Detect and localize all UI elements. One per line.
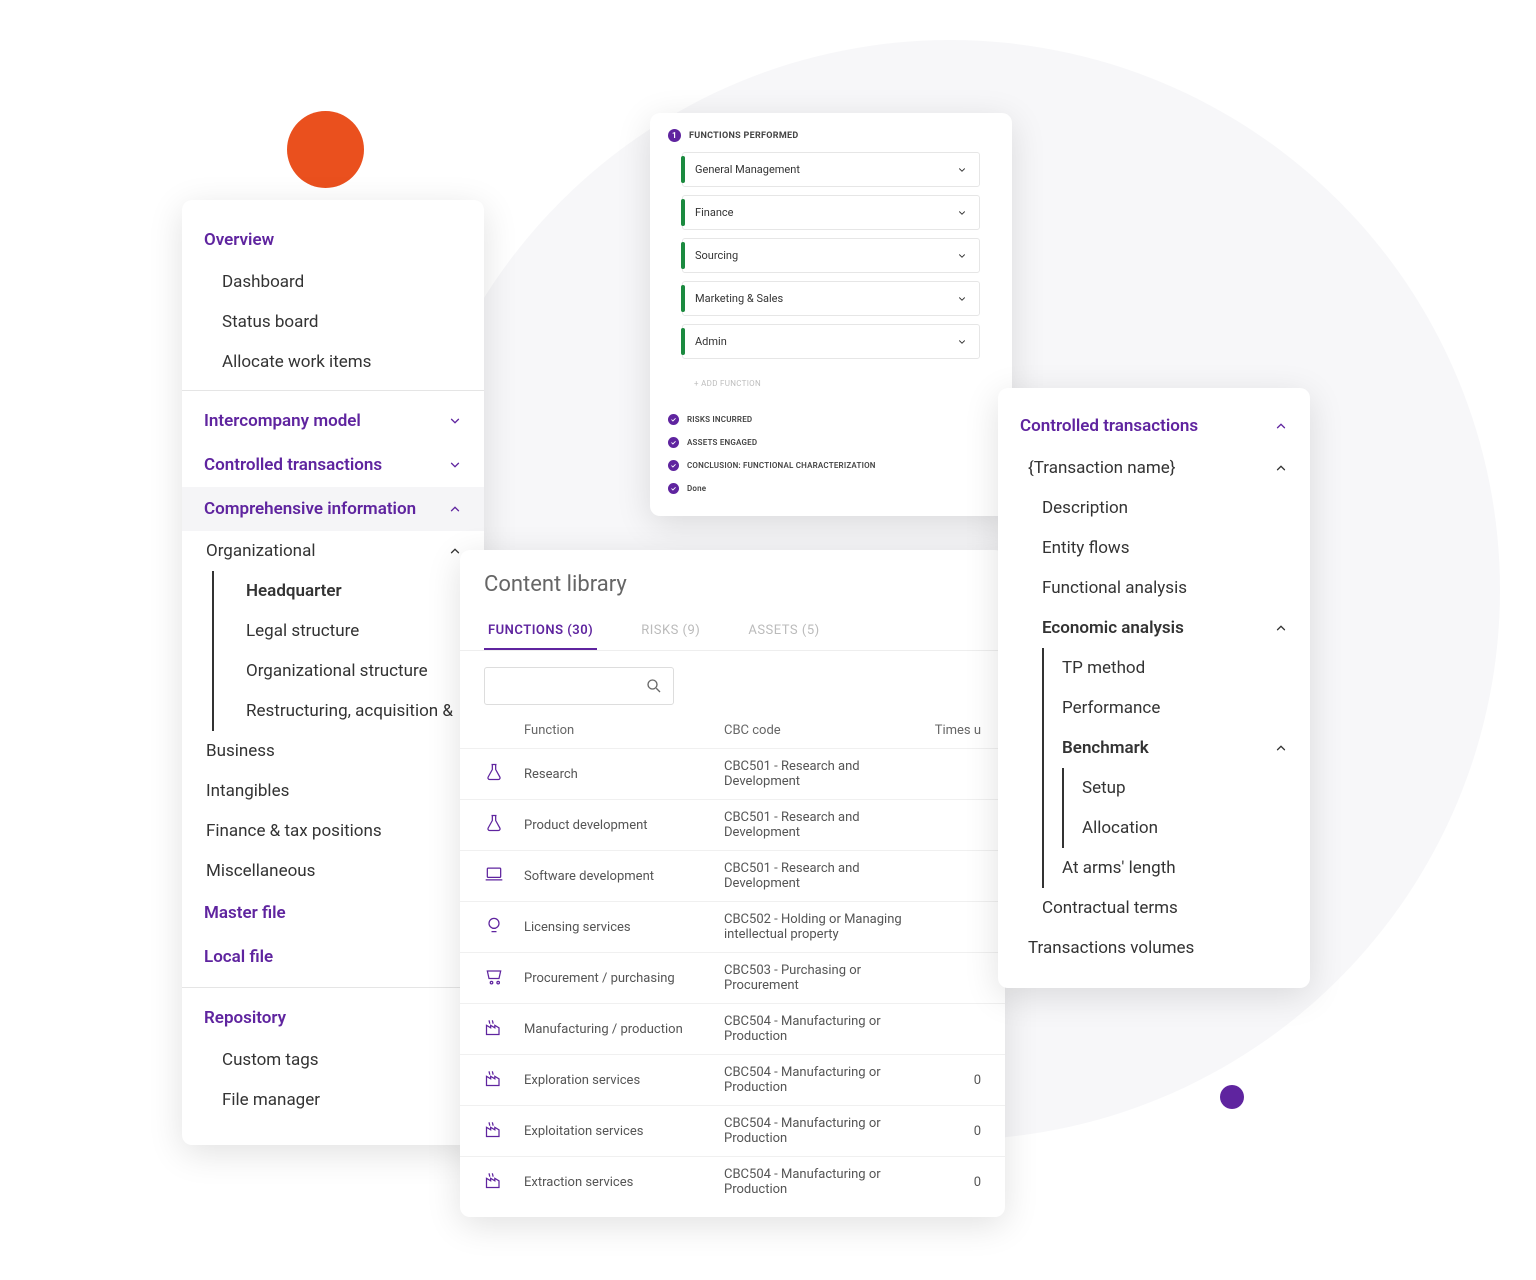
factory-icon — [484, 1017, 524, 1041]
check-badge-icon — [668, 483, 679, 494]
chevron-down-icon — [448, 414, 462, 428]
nav-status-board[interactable]: Status board — [182, 302, 484, 342]
controlled-transactions-panel: Controlled transactions {Transaction nam… — [998, 388, 1310, 988]
add-function-button[interactable]: + ADD FUNCTION — [682, 369, 980, 398]
nav-dashboard[interactable]: Dashboard — [182, 262, 484, 302]
transaction-name[interactable]: {Transaction name} — [998, 448, 1310, 488]
search-input[interactable] — [484, 667, 674, 705]
decorative-purple-dot — [1220, 1085, 1244, 1109]
column-cbc-code: CBC code — [724, 723, 921, 738]
section-conclusion[interactable]: CONCLUSION: FUNCTIONAL CHARACTERIZATION — [668, 454, 994, 477]
nav-arms-length[interactable]: At arms' length — [1044, 848, 1310, 888]
section-overview: Overview — [182, 218, 484, 262]
section-controlled-transactions[interactable]: Controlled transactions — [182, 443, 484, 487]
chevron-down-icon — [957, 165, 967, 175]
nav-intangibles[interactable]: Intangibles — [182, 771, 484, 811]
chevron-up-icon — [448, 502, 462, 516]
nav-transactions-volumes[interactable]: Transactions volumes — [998, 928, 1310, 968]
check-badge-icon — [668, 460, 679, 471]
check-badge-icon — [668, 414, 679, 425]
table-row[interactable]: Exploitation servicesCBC504 - Manufactur… — [460, 1105, 1005, 1156]
table-row[interactable]: ResearchCBC501 - Research and Developmen… — [460, 748, 1005, 799]
nav-custom-tags[interactable]: Custom tags — [182, 1040, 484, 1080]
nav-economic-analysis[interactable]: Economic analysis — [998, 608, 1310, 648]
nav-entity-flows[interactable]: Entity flows — [998, 528, 1310, 568]
bulb-icon — [484, 915, 524, 939]
flask-icon — [484, 813, 524, 837]
nav-contractual-terms[interactable]: Contractual terms — [998, 888, 1310, 928]
cart-icon — [484, 966, 524, 990]
section-comprehensive-information[interactable]: Comprehensive information — [182, 487, 484, 531]
section-master-file[interactable]: Master file — [182, 891, 484, 935]
nav-headquarter[interactable]: Headquarter — [228, 571, 484, 611]
laptop-icon — [484, 864, 524, 888]
nav-legal-structure[interactable]: Legal structure — [228, 611, 484, 651]
table-header: Function CBC code Times u — [460, 713, 1005, 748]
table-row[interactable]: Manufacturing / productionCBC504 - Manuf… — [460, 1003, 1005, 1054]
nav-file-manager[interactable]: File manager — [182, 1080, 484, 1120]
nav-miscellaneous[interactable]: Miscellaneous — [182, 851, 484, 891]
nav-performance[interactable]: Performance — [1044, 688, 1310, 728]
functions-performed-header: 1 FUNCTIONS PERFORMED — [668, 129, 994, 142]
nav-restructuring[interactable]: Restructuring, acquisition & — [228, 691, 484, 731]
factory-icon — [484, 1068, 524, 1092]
table-row[interactable]: Exploration servicesCBC504 - Manufacturi… — [460, 1054, 1005, 1105]
tab-assets[interactable]: ASSETS (5) — [744, 613, 823, 650]
library-tabs: FUNCTIONS (30) RISKS (9) ASSETS (5) — [460, 607, 1005, 651]
nav-finance-tax[interactable]: Finance & tax positions — [182, 811, 484, 851]
search-icon — [645, 677, 663, 695]
column-times: Times u — [921, 723, 981, 738]
table-row[interactable]: Extraction servicesCBC504 - Manufacturin… — [460, 1156, 1005, 1207]
function-item[interactable]: Admin — [682, 324, 980, 359]
flask-icon — [484, 762, 524, 786]
nav-description[interactable]: Description — [998, 488, 1310, 528]
chevron-up-icon — [1274, 461, 1288, 475]
chevron-down-icon — [957, 208, 967, 218]
section-done[interactable]: Done — [668, 477, 994, 500]
check-badge-icon — [668, 437, 679, 448]
section-assets-engaged[interactable]: ASSETS ENGAGED — [668, 431, 994, 454]
chevron-up-icon — [1274, 419, 1288, 433]
nav-business[interactable]: Business — [182, 731, 484, 771]
table-row[interactable]: Product developmentCBC501 - Research and… — [460, 799, 1005, 850]
section-local-file[interactable]: Local file — [182, 935, 484, 979]
function-item[interactable]: Finance — [682, 195, 980, 230]
main-navigation-panel: Overview Dashboard Status board Allocate… — [182, 200, 484, 1145]
nav-benchmark[interactable]: Benchmark — [1044, 728, 1310, 768]
section-risks-incurred[interactable]: RISKS INCURRED — [668, 408, 994, 431]
function-item[interactable]: Sourcing — [682, 238, 980, 273]
factory-icon — [484, 1170, 524, 1194]
column-function: Function — [524, 723, 724, 738]
nav-tp-method[interactable]: TP method — [1044, 648, 1310, 688]
table-row[interactable]: Procurement / purchasingCBC503 - Purchas… — [460, 952, 1005, 1003]
step-badge-icon: 1 — [668, 129, 681, 142]
chevron-up-icon — [1274, 621, 1288, 635]
tab-risks[interactable]: RISKS (9) — [637, 613, 704, 650]
chevron-down-icon — [448, 458, 462, 472]
chevron-down-icon — [957, 337, 967, 347]
tab-functions[interactable]: FUNCTIONS (30) — [484, 613, 597, 650]
nav-organizational[interactable]: Organizational — [182, 531, 484, 571]
section-intercompany-model[interactable]: Intercompany model — [182, 399, 484, 443]
function-item[interactable]: Marketing & Sales — [682, 281, 980, 316]
nav-organizational-structure[interactable]: Organizational structure — [228, 651, 484, 691]
function-item[interactable]: General Management — [682, 152, 980, 187]
content-library-title: Content library — [460, 572, 1005, 607]
factory-icon — [484, 1119, 524, 1143]
nav-functional-analysis[interactable]: Functional analysis — [998, 568, 1310, 608]
chevron-down-icon — [957, 294, 967, 304]
functions-performed-panel: 1 FUNCTIONS PERFORMED General Management… — [650, 113, 1012, 516]
chevron-down-icon — [957, 251, 967, 261]
nav-allocation[interactable]: Allocation — [1064, 808, 1310, 848]
content-library-panel: Content library FUNCTIONS (30) RISKS (9)… — [460, 550, 1005, 1217]
decorative-orange-dot — [287, 111, 364, 188]
table-row[interactable]: Licensing servicesCBC502 - Holding or Ma… — [460, 901, 1005, 952]
nav-setup[interactable]: Setup — [1064, 768, 1310, 808]
section-repository: Repository — [182, 996, 484, 1040]
section-controlled-transactions-title[interactable]: Controlled transactions — [998, 404, 1310, 448]
table-row[interactable]: Software developmentCBC501 - Research an… — [460, 850, 1005, 901]
nav-allocate-work[interactable]: Allocate work items — [182, 342, 484, 382]
chevron-up-icon — [1274, 741, 1288, 755]
